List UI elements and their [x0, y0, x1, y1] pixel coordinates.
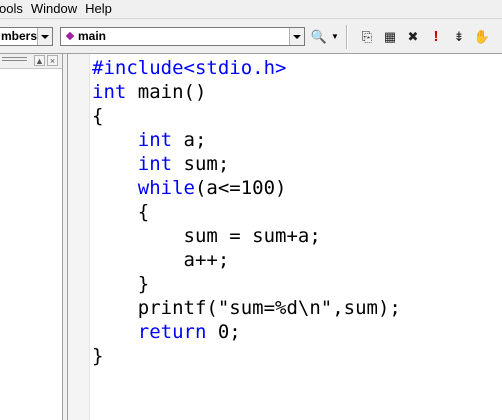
code-editor[interactable]: #include<stdio.h> int main(){ int a; int …	[68, 54, 502, 420]
code-text: }	[92, 273, 150, 295]
code-text: main()	[126, 81, 207, 103]
pane-restore-icon[interactable]: ▲	[34, 55, 45, 66]
code-keyword: while	[137, 177, 195, 199]
code-text: }	[92, 345, 104, 367]
code-line[interactable]: }	[92, 344, 401, 368]
menu-help[interactable]: Help	[81, 1, 116, 17]
code-text: (a<=100)	[194, 177, 287, 199]
grip-icon	[2, 60, 27, 61]
compile-icon[interactable]: ⎘	[358, 28, 376, 46]
code-line[interactable]: int a;	[92, 128, 401, 152]
code-line[interactable]: return 0;	[92, 320, 401, 344]
code-line[interactable]: printf("sum=%d\n",sum);	[92, 296, 401, 320]
code-line[interactable]: #include<stdio.h>	[92, 56, 401, 80]
chevron-down-icon[interactable]	[37, 28, 52, 45]
code-text: printf("sum=%d\n",sum);	[92, 297, 401, 319]
code-text: a;	[172, 129, 207, 151]
code-keyword: int	[137, 153, 173, 175]
grip-icon	[2, 57, 27, 58]
execute-icon[interactable]: !	[427, 28, 445, 46]
editor-gutter[interactable]	[68, 54, 90, 420]
code-line[interactable]: int sum;	[92, 152, 401, 176]
code-text: {	[92, 201, 150, 223]
code-text: a++;	[92, 249, 230, 271]
pane-close-icon[interactable]: ×	[47, 55, 58, 66]
code-line[interactable]: a++;	[92, 248, 401, 272]
workspace-pane-header[interactable]: ▲ ×	[0, 54, 62, 69]
find-in-files-icon[interactable]: 🔍	[310, 28, 328, 46]
stop-build-icon[interactable]: ✖	[404, 28, 422, 46]
menu-tools[interactable]: ools	[0, 1, 27, 17]
code-line[interactable]: {	[92, 104, 401, 128]
code-line[interactable]: }	[92, 272, 401, 296]
go-debug-icon[interactable]: ⇟	[450, 28, 468, 46]
build-icon[interactable]: ▦	[381, 28, 399, 46]
class-members-combo[interactable]: mbers	[0, 27, 53, 46]
chevron-down-icon[interactable]	[289, 28, 304, 45]
class-members-value: mbers	[1, 29, 38, 43]
code-text: 0;	[206, 321, 241, 343]
breakpoint-hand-icon[interactable]: ✋	[473, 28, 491, 46]
source-code[interactable]: #include<stdio.h> int main(){ int a; int …	[92, 56, 401, 368]
function-combo[interactable]: main	[60, 27, 305, 46]
code-text: {	[92, 105, 104, 127]
code-text: sum = sum+a;	[92, 225, 321, 247]
code-keyword: #include<stdio.h>	[92, 57, 287, 79]
code-keyword: return	[137, 321, 207, 343]
dropdown-arrow-icon[interactable]: ▼	[331, 28, 339, 46]
function-combo-value: main	[78, 29, 107, 43]
code-line[interactable]: sum = sum+a;	[92, 224, 401, 248]
code-keyword: int	[137, 129, 173, 151]
code-line[interactable]: while(a<=100)	[92, 176, 401, 200]
code-line[interactable]: {	[92, 200, 401, 224]
code-text: sum;	[172, 153, 230, 175]
code-keyword: int	[92, 81, 127, 103]
menu-window[interactable]: Window	[27, 1, 81, 17]
code-line[interactable]: int main()	[92, 80, 401, 104]
wizard-toolbar: mbers main 🔍 ▼ ⎘ ▦ ✖ ! ⇟ ✋	[0, 19, 502, 54]
function-diamond-icon	[65, 31, 75, 41]
workspace-pane: ▲ ×	[0, 54, 62, 420]
toolbar-separator	[346, 25, 348, 49]
menu-bar: ools Window Help	[0, 0, 502, 19]
